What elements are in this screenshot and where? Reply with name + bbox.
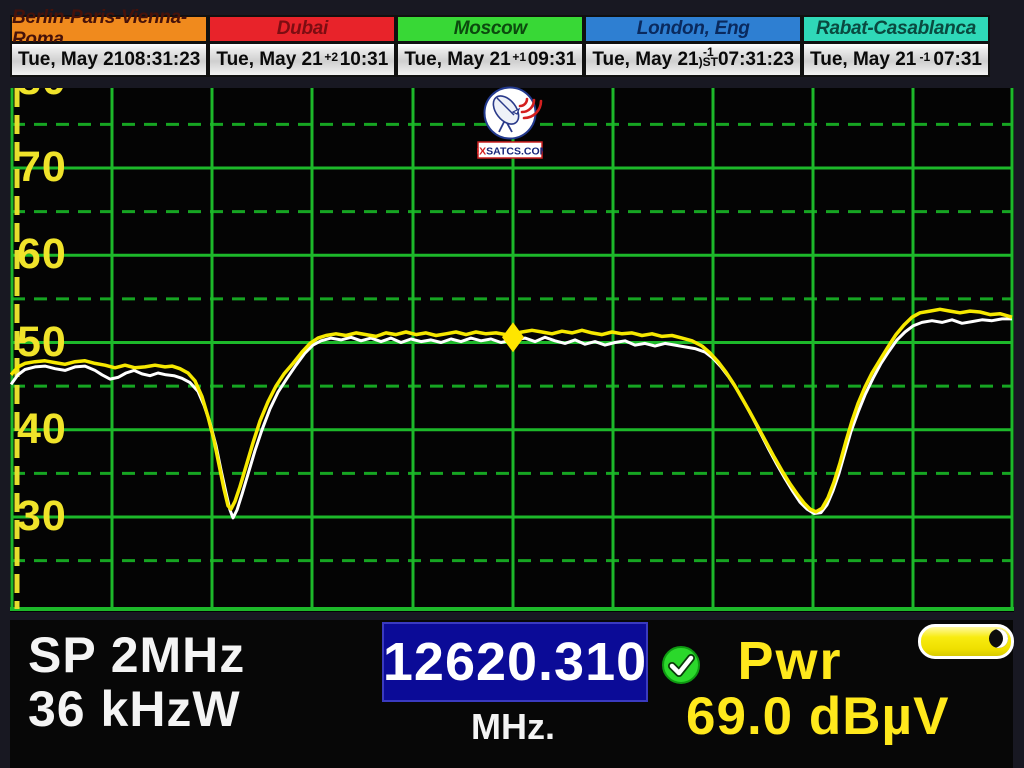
clock-time: 10:31 [340, 49, 389, 71]
span-value: SP 2MHz [28, 628, 245, 682]
y-tick-label: 70 [17, 144, 97, 190]
utc-offset: -1)ST [699, 47, 718, 67]
clock-date: Tue, May 21 [18, 49, 124, 71]
power-value: 69.0 dBµV [686, 686, 1006, 747]
measurement-panel: SP 2MHz 36 kHzW 12620.310 MHz. Pwr 69.0 … [10, 620, 1013, 768]
city-cell-3: Moscow [396, 15, 584, 43]
y-tick-label: 50 [17, 319, 97, 365]
svg-text:DXSATCS.COM: DXSATCS.COM [477, 146, 543, 158]
utc-offset: +2 [324, 52, 338, 62]
frequency-value: 12620.310 [383, 631, 647, 693]
city-cell-2: Dubai [208, 15, 396, 43]
clock-date: Tue, May 21 [592, 49, 698, 71]
utc-offset: -1 [920, 52, 931, 62]
meter-screen: Berlin-Paris-Vienna-RomaDubaiMoscowLondo… [0, 0, 1024, 768]
clock-cell-4: Tue, May 21-1)ST07:31:23 [584, 42, 802, 77]
center-marker-icon [502, 322, 524, 352]
clock-cell-2: Tue, May 21+210:31 [208, 42, 396, 77]
clock-cell-1: Tue, May 2108:31:23 [10, 42, 208, 77]
world-clock-header: Berlin-Paris-Vienna-RomaDubaiMoscowLondo… [10, 15, 990, 77]
frequency-unit-label: MHz. [382, 706, 644, 748]
power-mode-label[interactable]: Pwr [715, 630, 865, 692]
y-tick-label: 40 [17, 406, 97, 452]
clock-date: Tue, May 21 [810, 49, 916, 71]
clock-time: 07:31 [933, 49, 982, 71]
frequency-input[interactable]: 12620.310 [382, 622, 648, 702]
y-tick-label: 80 [17, 88, 97, 103]
logo-banner: DXSATCS.COM [477, 142, 543, 158]
clock-cell-5: Tue, May 21 -107:31 [802, 42, 990, 77]
city-cell-4: London, Eng [584, 15, 802, 43]
clock-time: 08:31:23 [124, 49, 200, 71]
clock-time: 07:31:23 [718, 49, 794, 71]
clock-date: Tue, May 21 [216, 49, 322, 71]
toggle-knob-icon [989, 629, 1008, 648]
city-cell-1: Berlin-Paris-Vienna-Roma [10, 15, 208, 43]
spectrum-svg [10, 88, 1014, 612]
battery-toggle[interactable] [918, 624, 1014, 659]
city-cell-5: Rabat-Casablanca [802, 15, 990, 43]
dxsatcs-logo: DXSATCS.COM [477, 86, 543, 162]
lock-ok-check-icon [660, 644, 702, 686]
clock-time: 09:31 [528, 49, 577, 71]
clock-cell-3: Tue, May 21+109:31 [396, 42, 584, 77]
spectrum-display: 80 70 60 50 40 30 [10, 88, 1014, 612]
rbw-value: 36 kHzW [28, 682, 245, 736]
utc-offset: +1 [512, 52, 526, 62]
y-tick-label: 60 [17, 231, 97, 277]
y-tick-label: 30 [17, 493, 97, 539]
clock-date: Tue, May 21 [404, 49, 510, 71]
span-rbw-readout: SP 2MHz 36 kHzW [28, 628, 245, 736]
